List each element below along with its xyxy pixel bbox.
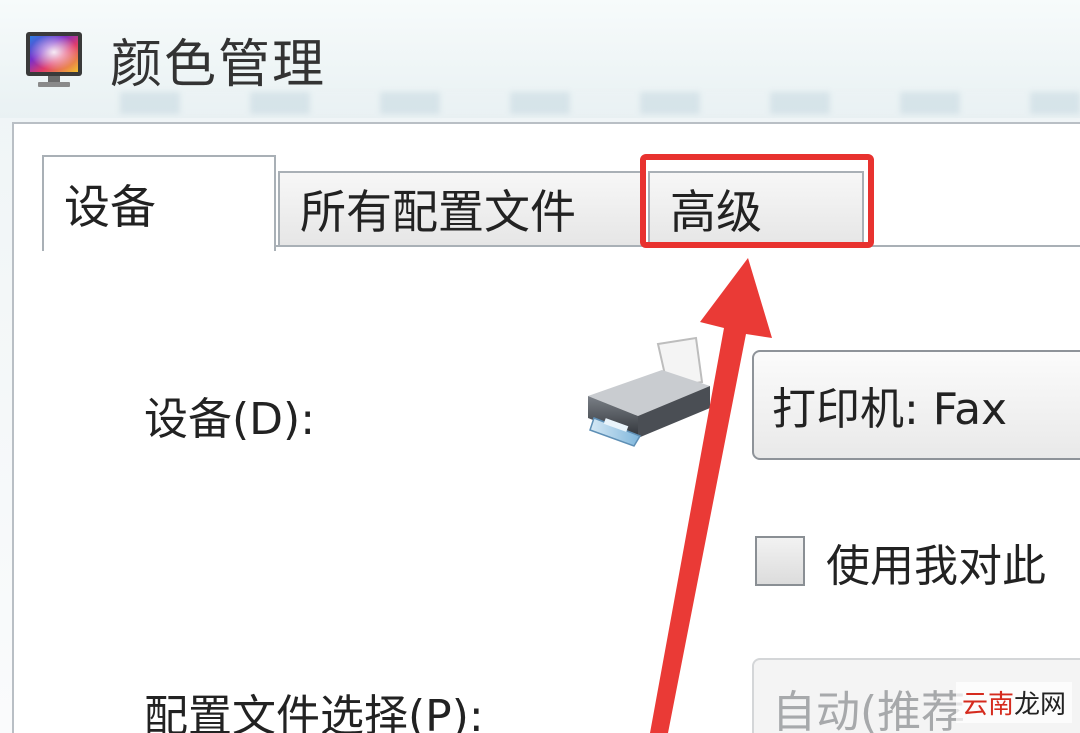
device-dropdown[interactable]: 打印机: Fax	[752, 350, 1080, 460]
use-my-settings-checkbox[interactable]	[755, 536, 805, 586]
profile-selection-label: 配置文件选择(P):	[144, 691, 484, 733]
tab-strip: 设备 所有配置文件 高级	[42, 155, 1080, 251]
annotation-highlight-box	[640, 154, 874, 248]
window-title: 颜色管理	[110, 35, 327, 95]
tab-all-profiles[interactable]: 所有配置文件	[278, 171, 646, 245]
watermark: 云南龙网	[955, 682, 1072, 723]
color-management-monitor-icon	[26, 32, 82, 87]
title-bar: 颜色管理	[0, 0, 1080, 118]
printer-icon	[588, 336, 710, 447]
checkbox-label: 使用我对此	[826, 541, 1046, 592]
watermark-part2: 龙网	[1013, 690, 1066, 720]
tab-devices[interactable]: 设备	[42, 155, 276, 251]
device-label: 设备(D):	[144, 394, 316, 445]
screenshot-root: 颜色管理 设备 所有配置文件 高级 设备(D): 打印机: Fax 使用我对此 …	[0, 0, 1080, 733]
watermark-part1: 云南	[961, 690, 1014, 720]
